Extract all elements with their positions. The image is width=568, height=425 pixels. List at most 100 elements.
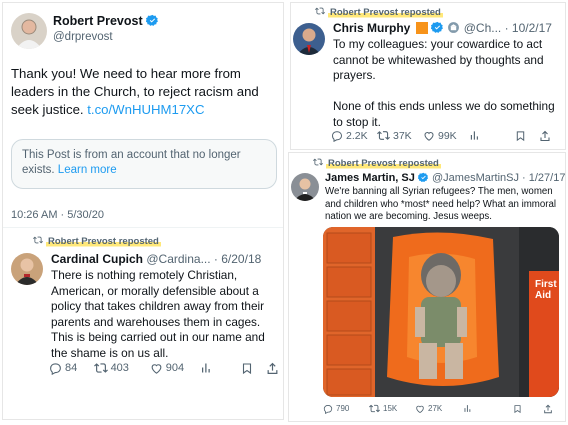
embedded-author-name[interactable]: Cardinal Cupich	[51, 252, 143, 266]
repost-count: 37K	[393, 129, 412, 142]
author-handle[interactable]: @Ch...	[464, 21, 502, 35]
repost-indicator: Robert Prevost reposted	[313, 157, 441, 169]
like-button[interactable]: 27K	[415, 404, 463, 414]
tweet-link[interactable]: t.co/WnHUHM17XC	[87, 102, 204, 117]
like-button[interactable]: 904	[150, 362, 200, 375]
author-name[interactable]: Chris Murphy	[333, 21, 410, 35]
views-button[interactable]	[463, 404, 513, 413]
embedded-author-handle[interactable]: @Cardina...	[146, 252, 210, 266]
notice-text: This Post is from an account that no lon…	[22, 149, 241, 161]
repost-icon	[313, 158, 323, 166]
verified-badge-icon	[431, 21, 443, 33]
repost-count: 15K	[383, 404, 398, 413]
divider	[3, 227, 283, 228]
embedded-text-line: parents and warehouses them in cages.	[51, 314, 261, 329]
share-icon	[540, 130, 550, 141]
author-name[interactable]: James Martin, SJ	[325, 172, 415, 184]
reply-button[interactable]: 790	[323, 404, 369, 414]
tweet-text: To my colleagues: your cowardice to act …	[333, 37, 563, 130]
tweet-text-line: None of this ends unless we do something	[333, 99, 555, 113]
heart-icon	[424, 131, 434, 141]
tweet-text-line: to stop it.	[333, 114, 381, 129]
views-icon	[470, 131, 478, 140]
tweet-date[interactable]: · 1/27/17	[522, 172, 565, 184]
learn-more-link[interactable]: Learn more	[58, 164, 117, 176]
share-button[interactable]	[543, 404, 553, 414]
reply-count: 2.2K	[346, 129, 368, 142]
heart-icon	[151, 363, 162, 374]
james-martin-avatar[interactable]	[291, 173, 319, 201]
repost-button[interactable]: 403	[93, 361, 150, 375]
reply-icon	[50, 362, 61, 375]
reply-count: 84	[65, 362, 78, 374]
tweet-text: Thank you! We need to hear more from lea…	[11, 65, 283, 119]
like-count: 99K	[438, 129, 457, 142]
views-icon	[464, 405, 471, 412]
tweet-text-line: To my colleagues: your cowardice to act	[333, 37, 543, 51]
tweet-photo[interactable]: First Aid	[323, 227, 559, 397]
tweet-text-line: We're banning all Syrian refugees? The m…	[325, 186, 553, 197]
repost-label: Robert Prevost reposted	[326, 158, 441, 169]
like-button[interactable]: 99K	[423, 130, 469, 142]
robert-prevost-avatar[interactable]	[11, 13, 47, 49]
views-icon	[202, 363, 210, 373]
tweet-date[interactable]: · 10/2/17	[505, 21, 552, 35]
repost-count: 403	[110, 362, 129, 374]
government-badge-icon	[448, 22, 460, 33]
embedded-tweet-text: There is nothing remotely Christian, Ame…	[51, 268, 283, 361]
action-bar: 2.2K 37K 99K	[331, 129, 563, 142]
embedded-action-bar: 84 403 904	[49, 361, 279, 375]
bookmark-button[interactable]	[515, 130, 539, 142]
reply-button[interactable]: 2.2K	[331, 130, 377, 142]
author-handle[interactable]: @JamesMartinSJ	[432, 172, 519, 184]
share-button[interactable]	[266, 362, 279, 375]
verified-badge-icon	[417, 172, 429, 183]
chris-murphy-avatar[interactable]	[293, 23, 325, 55]
repost-icon	[93, 363, 108, 373]
tweet-text-line: seek justice.	[11, 102, 84, 117]
embedded-date[interactable]: · 6/20/18	[214, 252, 261, 266]
reply-icon	[331, 130, 343, 142]
repost-icon	[369, 404, 380, 413]
views-button[interactable]	[200, 362, 241, 374]
action-bar: 790 15K 27K	[323, 403, 561, 414]
heart-icon	[416, 405, 424, 413]
bookmark-icon	[514, 404, 521, 413]
embedded-text-line: American, or morally defensible about a	[51, 283, 259, 298]
repost-indicator: Robert Prevost reposted	[315, 6, 443, 18]
tweet-text-line: Thank you! We need to hear more from	[11, 66, 241, 81]
author-handle[interactable]: @drprevost	[53, 31, 113, 43]
embedded-text-line: There is nothing remotely Christian,	[51, 268, 238, 282]
share-button[interactable]	[539, 130, 551, 142]
first-aid-label: First Aid	[535, 279, 557, 301]
cardinal-cupich-avatar[interactable]	[11, 253, 43, 285]
embedded-text-line: policy that takes children away from the…	[51, 299, 265, 313]
reply-button[interactable]: 84	[49, 362, 94, 375]
verified-badge-icon	[146, 14, 159, 26]
like-count: 27K	[428, 404, 443, 413]
bookmark-icon	[516, 130, 525, 141]
tweet-text-line: prayers.	[333, 68, 376, 82]
james-martin-repost-panel: Robert Prevost reposted James Martin, SJ…	[288, 152, 566, 422]
tweet-text: We're banning all Syrian refugees? The m…	[325, 186, 565, 224]
reply-icon	[323, 404, 333, 414]
bookmark-button[interactable]	[241, 362, 266, 375]
reply-count: 790	[336, 404, 350, 413]
repost-button[interactable]: 15K	[369, 403, 415, 414]
tweet-timestamp[interactable]: 10:26 AM · 5/30/20	[11, 209, 104, 221]
repost-icon	[33, 236, 43, 244]
notice-text: exists.	[22, 164, 55, 176]
embedded-text-line: the shame is on us all.	[51, 345, 169, 360]
tweet-text-line: and children who *most* need help? What …	[325, 198, 557, 210]
tweet-text-line: cannot be whitewashed by thoughts and	[333, 52, 544, 67]
orange-badge-icon	[415, 22, 428, 34]
tweet-text-line: nation we are becoming. Jesus weeps.	[325, 211, 492, 222]
like-count: 904	[165, 362, 185, 374]
share-icon	[544, 404, 552, 413]
author-name[interactable]: Robert Prevost	[53, 14, 143, 28]
embedded-text-line: This is being carried out in our name an…	[51, 330, 265, 344]
views-button[interactable]	[469, 130, 515, 141]
repost-button[interactable]: 37K	[377, 129, 423, 142]
unavailable-post-notice: This Post is from an account that no lon…	[11, 139, 277, 189]
bookmark-button[interactable]	[513, 404, 543, 414]
